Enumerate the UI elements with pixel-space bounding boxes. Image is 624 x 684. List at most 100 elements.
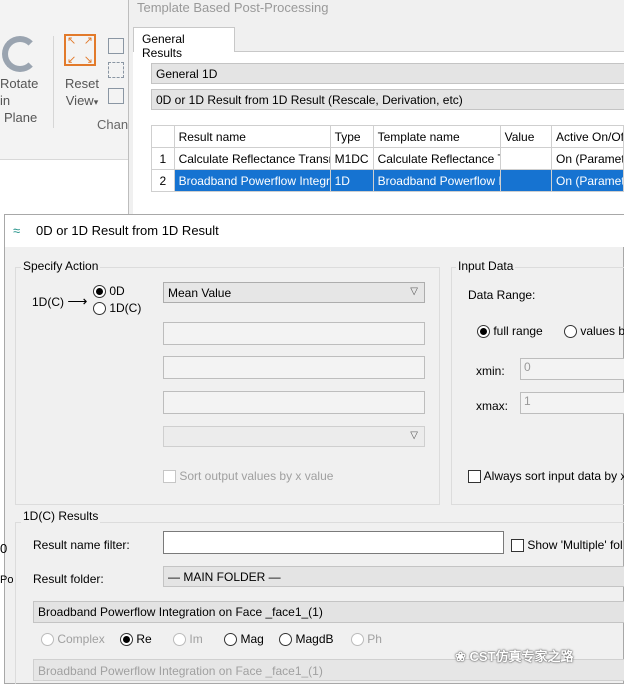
radio-magdb[interactable] xyxy=(279,633,293,647)
always-sort-checkbox[interactable]: Always sort input data by x v xyxy=(468,469,624,484)
reset-label-line2: View xyxy=(65,93,94,108)
radio-mag[interactable] xyxy=(224,633,238,647)
row-active[interactable]: On (Parametric) xyxy=(550,147,624,170)
radio-complex[interactable] xyxy=(41,633,54,647)
rotate-icon[interactable] xyxy=(2,36,38,72)
xmin-label: xmin: xyxy=(476,364,505,378)
row-value[interactable] xyxy=(499,147,552,170)
table-row[interactable]: 1 Calculate Reflectance Transmittance M1… xyxy=(151,147,624,170)
radio-full-range[interactable] xyxy=(477,325,490,339)
sort-output-checkbox[interactable]: Sort output values by x value xyxy=(163,469,334,484)
rotate-in-plane-button[interactable]: Rotate in Plane xyxy=(0,75,50,126)
radio-re[interactable] xyxy=(120,633,134,647)
column-header-type[interactable]: Type xyxy=(329,125,374,148)
watermark: ❀ CST仿真专家之路 xyxy=(455,646,574,665)
action-select-value: Mean Value xyxy=(168,286,232,300)
ph-label: Ph xyxy=(367,632,382,646)
column-header-template-name[interactable]: Template name xyxy=(372,125,501,148)
radio-0d[interactable] xyxy=(93,285,106,299)
row-index: 1 xyxy=(151,147,175,170)
rotate-label-line1: Rotate in xyxy=(0,76,39,108)
cst-logo-icon: ≈ xyxy=(13,223,21,238)
action-select[interactable]: Mean Value ▽ xyxy=(163,282,425,303)
category-combo[interactable]: General 1D xyxy=(151,63,624,84)
input-1dc-label: 1D(C) xyxy=(32,295,64,309)
dialog-title: 0D or 1D Result from 1D Result xyxy=(36,223,219,238)
reset-label-line1: Reset xyxy=(65,76,99,91)
row-index: 2 xyxy=(151,169,175,192)
xmax-input[interactable]: 1 xyxy=(520,392,624,414)
values-between-label: values b xyxy=(580,324,624,338)
reset-view-button[interactable]: Reset View▾ xyxy=(60,75,104,111)
arrow-icon: ⟶ xyxy=(67,293,88,309)
show-multiple-checkbox[interactable]: Show 'Multiple' fol xyxy=(511,538,623,553)
chevron-down-icon: ▽ xyxy=(410,286,418,297)
background-fragment: Po xyxy=(0,574,14,586)
result-folder-select[interactable]: — MAIN FOLDER — xyxy=(163,566,624,587)
specify-action-label: Specify Action xyxy=(21,259,101,273)
dialog-titlebar[interactable]: ≈ 0D or 1D Result from 1D Result xyxy=(5,215,624,247)
parameter-select-disabled[interactable]: ▽ xyxy=(163,426,425,447)
table-header-row: Result name Type Template name Value Act… xyxy=(151,125,624,148)
grid-view-icon[interactable] xyxy=(108,62,124,78)
table-row-selected[interactable]: 2 Broadband Powerflow Integration 1D Bro… xyxy=(151,169,624,192)
radio-values-between[interactable] xyxy=(564,325,577,339)
column-header-index xyxy=(151,125,175,148)
xmax-label: xmax: xyxy=(476,399,509,413)
template-postprocessing-window: Template Based Post-Processing General R… xyxy=(128,0,624,221)
tab-general-results[interactable]: General Results xyxy=(133,27,235,60)
background-fragment: 0 xyxy=(0,541,8,556)
im-label: Im xyxy=(189,632,203,646)
xmin-input[interactable]: 0 xyxy=(520,358,624,380)
column-header-result-name[interactable]: Result name xyxy=(173,125,331,148)
wechat-icon: ❀ xyxy=(455,649,470,664)
column-header-active[interactable]: Active On/Off xyxy=(550,125,624,148)
mag-label: Mag xyxy=(240,632,264,646)
reset-view-icon[interactable]: ↖ ↗ ↙ ↘ xyxy=(64,34,96,66)
complex-label: Complex xyxy=(57,632,105,646)
parameter-field-3[interactable] xyxy=(163,391,425,414)
radio-1dc[interactable] xyxy=(93,302,106,316)
option-values-between[interactable]: values b xyxy=(564,324,624,339)
row-value[interactable] xyxy=(499,169,552,192)
parameter-field-1[interactable] xyxy=(163,322,425,345)
box-view-icon[interactable] xyxy=(108,88,124,104)
sort-output-check[interactable] xyxy=(163,470,176,484)
option-1dc[interactable]: 1D(C) xyxy=(93,301,142,316)
selected-result-item[interactable]: Broadband Powerflow Integration on Face … xyxy=(33,601,624,623)
cube-view-icon[interactable] xyxy=(108,38,124,54)
template-type-combo[interactable]: 0D or 1D Result from 1D Result (Rescale,… xyxy=(151,89,624,110)
option-1dc-label: 1D(C) xyxy=(109,301,142,315)
rotate-label-line2: Plane xyxy=(4,110,38,125)
option-full-range[interactable]: full range xyxy=(477,324,543,339)
show-multiple-label: Show 'Multiple' fol xyxy=(527,538,623,552)
component-options: Complex Re Im Mag MagdB Ph xyxy=(41,632,382,647)
radio-im[interactable] xyxy=(173,633,187,647)
window-title: Template Based Post-Processing xyxy=(137,0,329,15)
column-header-value[interactable]: Value xyxy=(499,125,552,148)
always-sort-label: Always sort input data by x v xyxy=(483,469,624,483)
always-sort-check[interactable] xyxy=(468,470,481,484)
show-multiple-check[interactable] xyxy=(511,539,524,553)
row-result-name[interactable]: Broadband Powerflow Integration xyxy=(173,169,331,192)
option-0d-label: 0D xyxy=(109,284,125,298)
row-type[interactable]: 1D xyxy=(329,169,374,192)
reset-dropdown-icon[interactable]: ▾ xyxy=(94,97,99,107)
input-type-label: 1D(C) ⟶ xyxy=(32,293,87,310)
ribbon-group-label: Chan xyxy=(97,117,129,132)
sort-output-label: Sort output values by x value xyxy=(179,469,334,483)
data-range-label: Data Range: xyxy=(468,288,536,302)
option-0d[interactable]: 0D xyxy=(93,284,125,299)
parameter-field-2[interactable] xyxy=(163,356,425,379)
left-canvas xyxy=(0,160,130,215)
row-type[interactable]: M1DC xyxy=(329,147,374,170)
result-filter-input[interactable] xyxy=(163,531,504,554)
input-data-label: Input Data xyxy=(456,259,516,273)
radio-ph[interactable] xyxy=(350,633,364,647)
row-result-name[interactable]: Calculate Reflectance Transmittance xyxy=(173,147,331,170)
row-template-name[interactable]: Broadband Powerflow Integration xyxy=(372,169,501,192)
row-template-name[interactable]: Calculate Reflectance T xyxy=(372,147,501,170)
watermark-text: CST仿真专家之路 xyxy=(469,649,574,664)
magdb-label: MagdB xyxy=(295,632,334,646)
row-active[interactable]: On (Parametric) xyxy=(550,169,624,192)
